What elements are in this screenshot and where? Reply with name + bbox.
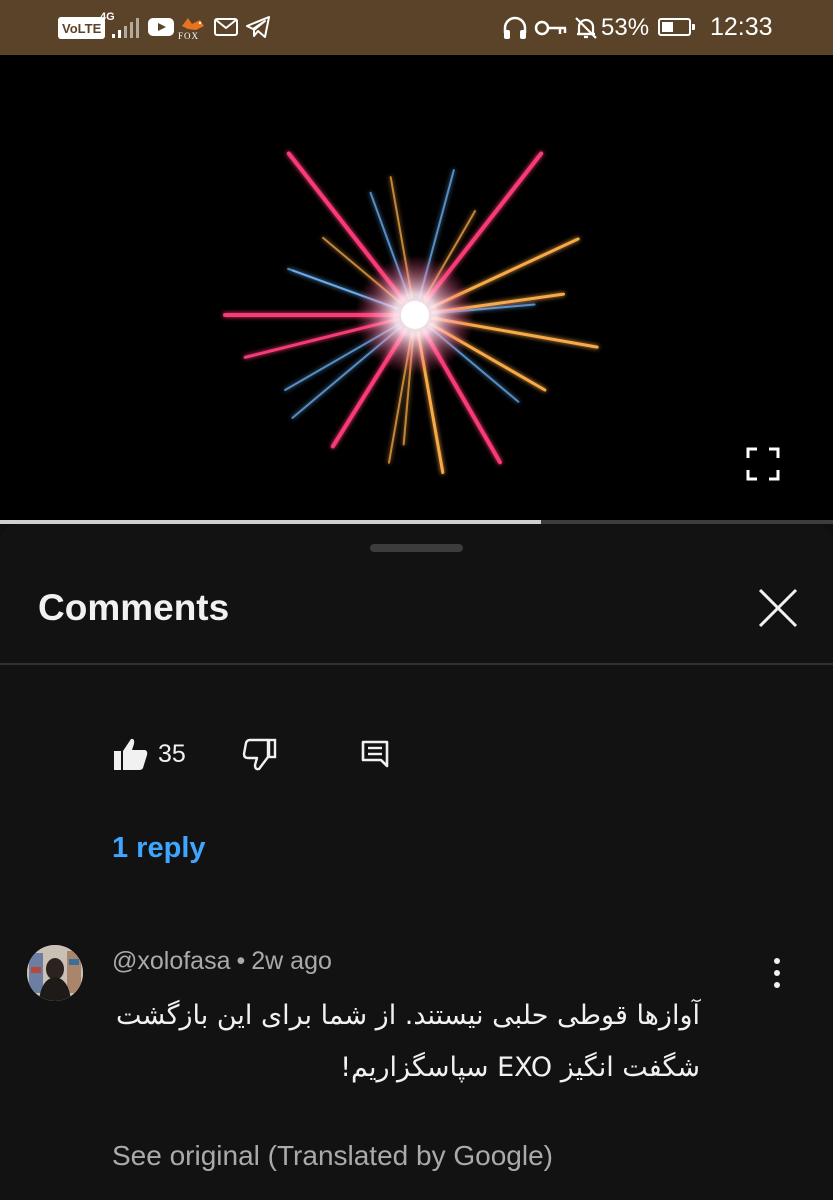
comments-panel: Comments 35 1 reply @xolofasa • 2w ago آ…	[0, 524, 833, 1200]
mail-icon	[214, 18, 238, 36]
header-divider	[0, 663, 833, 665]
signal-icon	[112, 18, 139, 38]
comments-title: Comments	[38, 587, 230, 628]
firework-video-frame	[223, 151, 599, 475]
youtube-icon	[148, 18, 174, 36]
more-vertical-icon[interactable]	[762, 956, 792, 990]
avatar-image	[27, 945, 83, 1001]
avatar[interactable]	[27, 945, 83, 1001]
battery-icon	[658, 18, 695, 36]
comment-reply-icon[interactable]	[360, 739, 390, 769]
battery-percent: 53%	[601, 13, 650, 41]
fox-label: FOX	[178, 31, 200, 41]
comment-actions: 35	[0, 729, 833, 779]
comment-author[interactable]: @xolofasa	[112, 947, 231, 975]
replies-link[interactable]: 1 reply	[112, 832, 206, 865]
headphones-icon	[503, 16, 527, 39]
thumbs-up-icon[interactable]	[113, 737, 149, 771]
volte-label: VoLTE	[62, 20, 102, 36]
close-icon[interactable]	[752, 582, 804, 634]
clock: 12:33	[710, 13, 773, 41]
bell-off-icon	[575, 17, 597, 39]
meta-separator: •	[236, 947, 246, 975]
see-original-link[interactable]: See original (Translated by Google)	[112, 1140, 553, 1172]
status-bar: VoLTE 4G FOX 53% 12:33	[0, 0, 833, 55]
drag-handle[interactable]	[370, 544, 463, 552]
like-count: 35	[158, 739, 186, 768]
comment-meta: @xolofasa • 2w ago	[112, 947, 332, 976]
fullscreen-icon[interactable]	[746, 447, 780, 481]
comment-text: آوازها قوطی حلبی نیستند. از شما برای این…	[116, 1000, 700, 1083]
volte-icon: VoLTE	[58, 17, 106, 39]
telegram-icon	[246, 16, 270, 38]
battery-fill	[662, 22, 674, 32]
comment-time: 2w ago	[251, 947, 332, 975]
comment-item: @xolofasa • 2w ago آوازها قوطی حلبی نیستند…	[0, 942, 833, 1192]
video-player[interactable]	[0, 55, 833, 520]
thumbs-down-icon[interactable]	[242, 737, 278, 771]
battery-cap	[692, 24, 695, 30]
vpn-key-icon	[534, 20, 567, 36]
